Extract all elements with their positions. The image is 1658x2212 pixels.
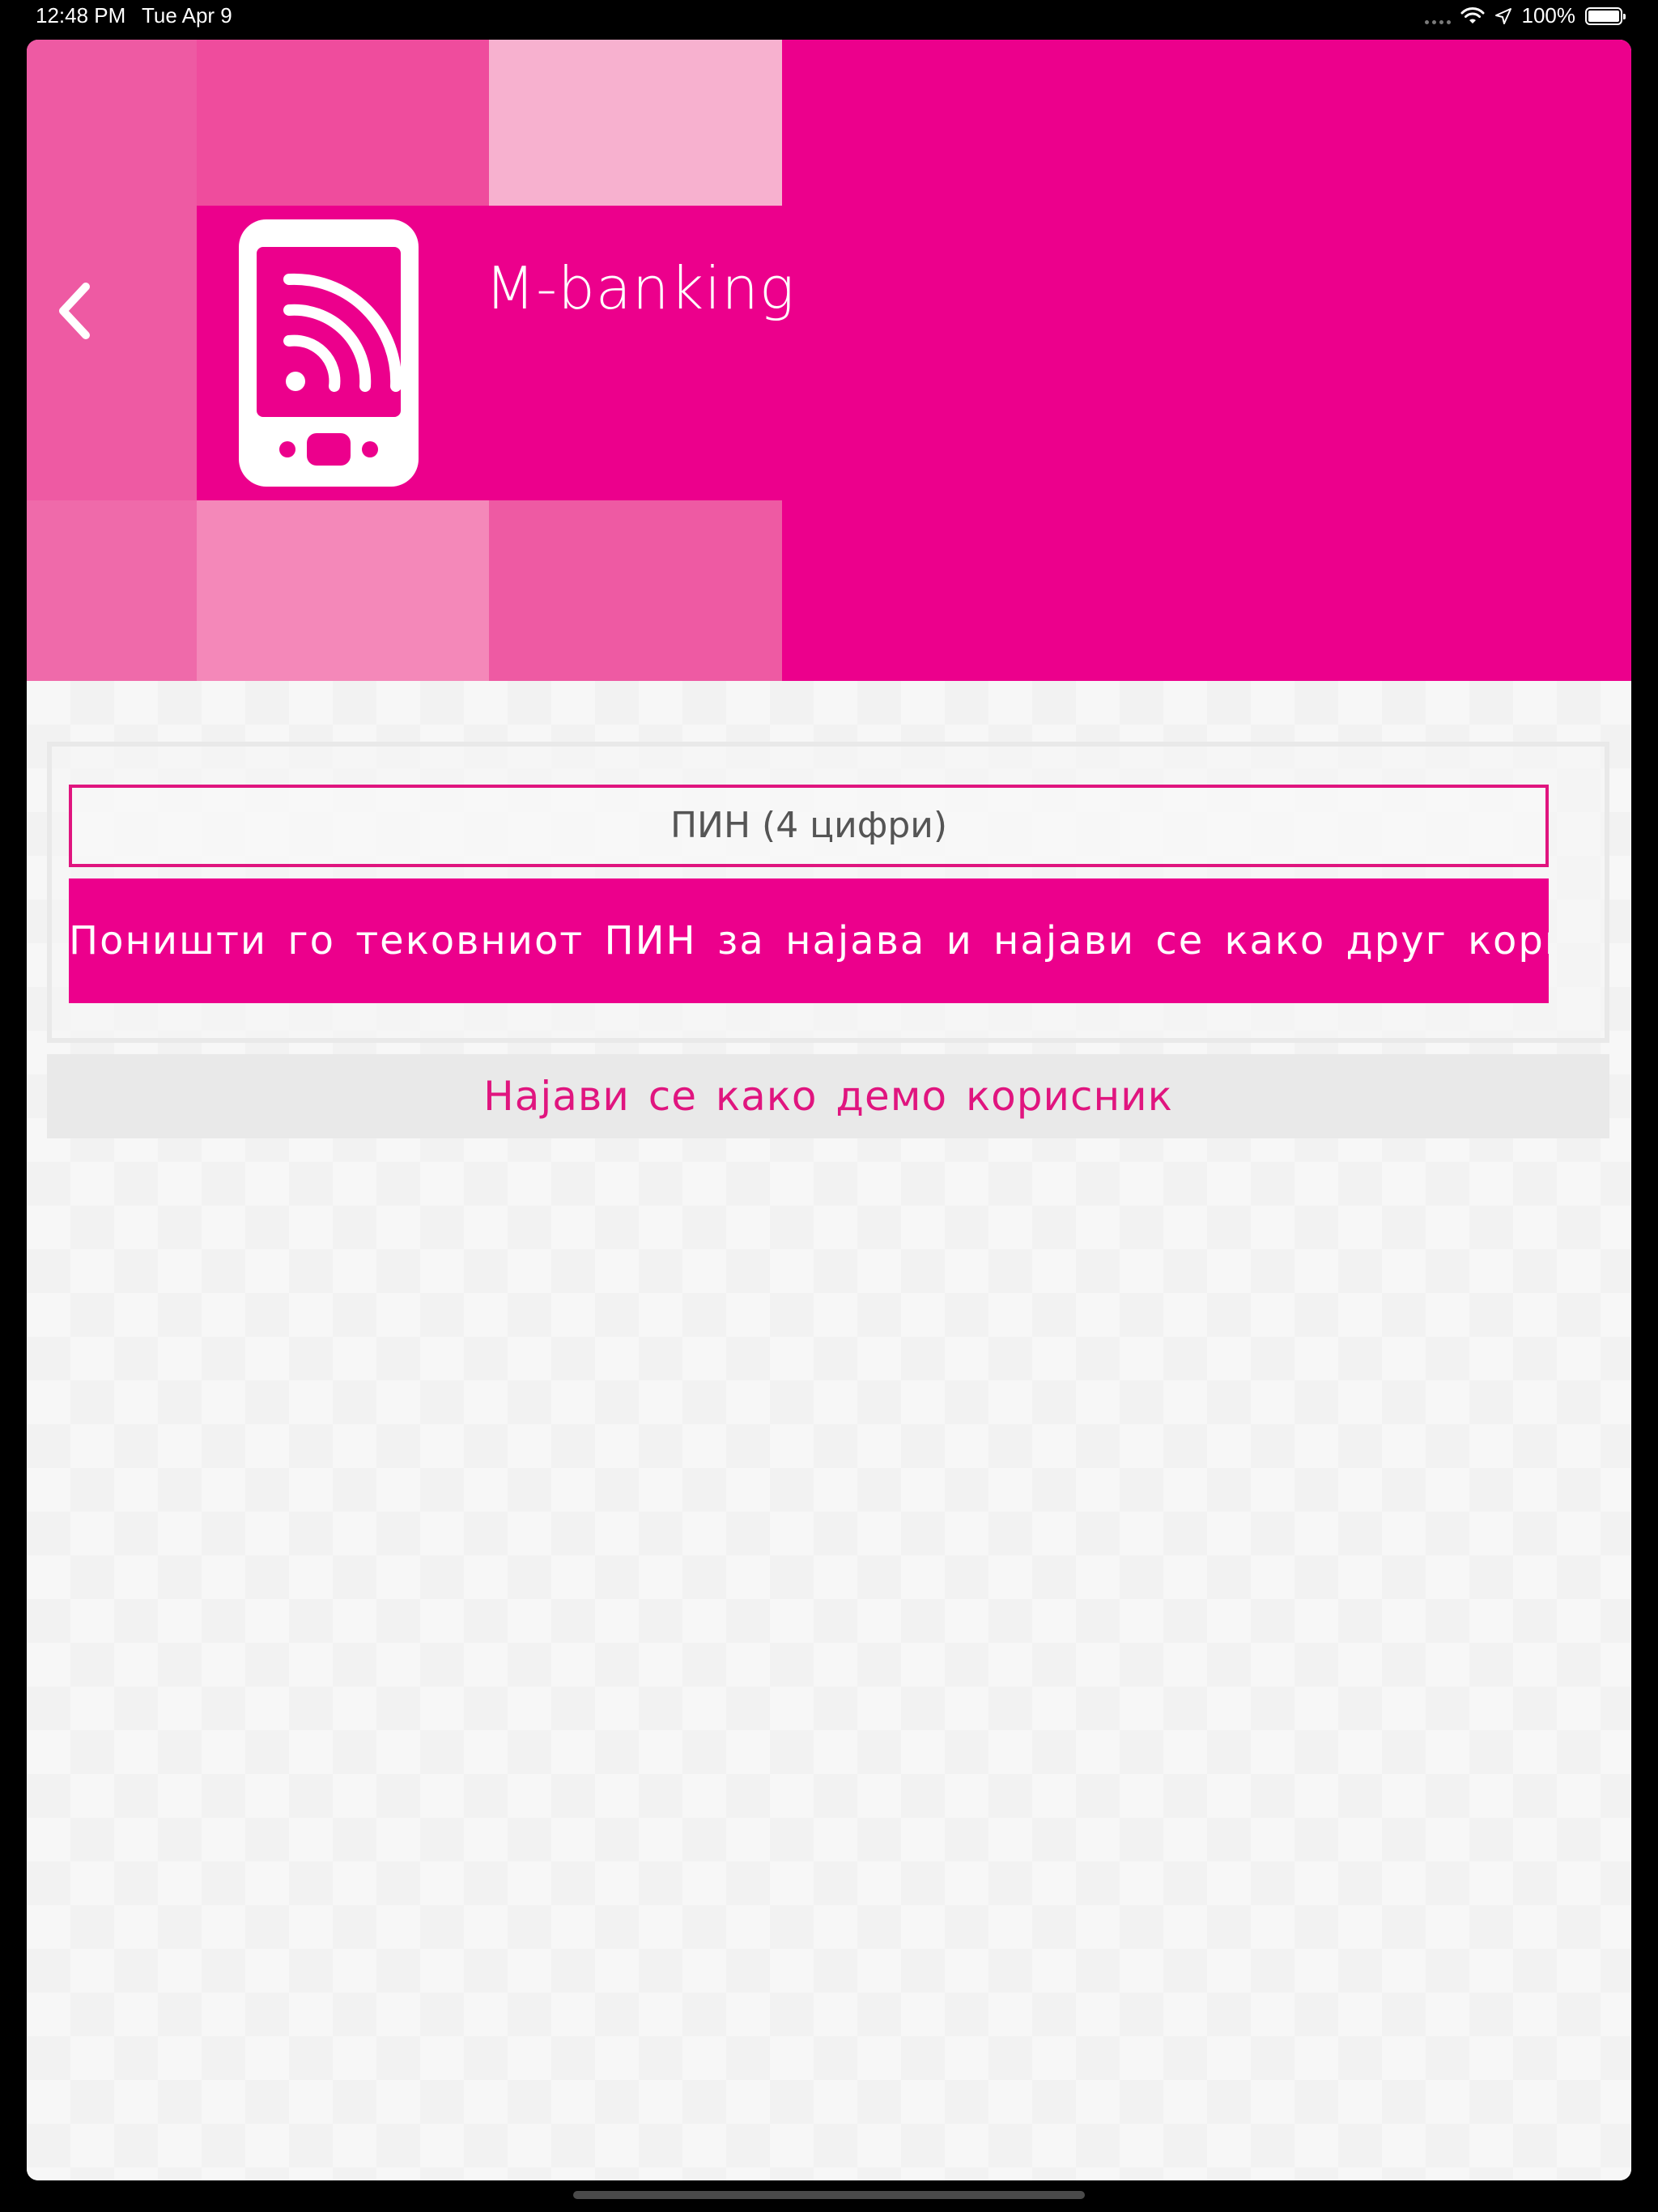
cellular-dots-icon [1424, 5, 1451, 28]
header-banner: M-banking [27, 40, 1631, 681]
reset-pin-button[interactable]: Поништи го тековниот ПИН за најава и нај… [69, 878, 1549, 1003]
decorative-tile [27, 500, 197, 681]
status-date: Tue Apr 9 [142, 3, 232, 28]
status-time: 12:48 PM [36, 3, 126, 28]
home-indicator[interactable] [573, 2191, 1085, 2199]
decorative-tile [197, 40, 489, 206]
demo-login-button[interactable]: Најави се како демо корисник [47, 1054, 1609, 1138]
decorative-tile [197, 500, 489, 681]
app-window: M-banking ПИН (4 цифри) Поништи го теков… [27, 40, 1631, 2180]
status-bar: 12:48 PM Tue Apr 9 100% [0, 0, 1658, 37]
status-right-group: 100% [1424, 3, 1626, 28]
decorative-tile [489, 500, 782, 681]
wifi-icon [1460, 6, 1484, 23]
battery-icon [1585, 6, 1626, 25]
decorative-tile [27, 40, 197, 206]
pin-input[interactable]: ПИН (4 цифри) [69, 785, 1549, 867]
login-content: ПИН (4 цифри) Поништи го тековниот ПИН з… [27, 681, 1631, 2180]
location-arrow-icon [1494, 7, 1511, 24]
page-title: M-banking [485, 254, 796, 322]
back-button[interactable] [38, 258, 111, 364]
battery-percentage: 100% [1521, 3, 1576, 28]
decorative-tile [489, 40, 782, 206]
mobile-phone-rss-icon [239, 219, 419, 487]
chevron-left-icon [59, 283, 90, 339]
